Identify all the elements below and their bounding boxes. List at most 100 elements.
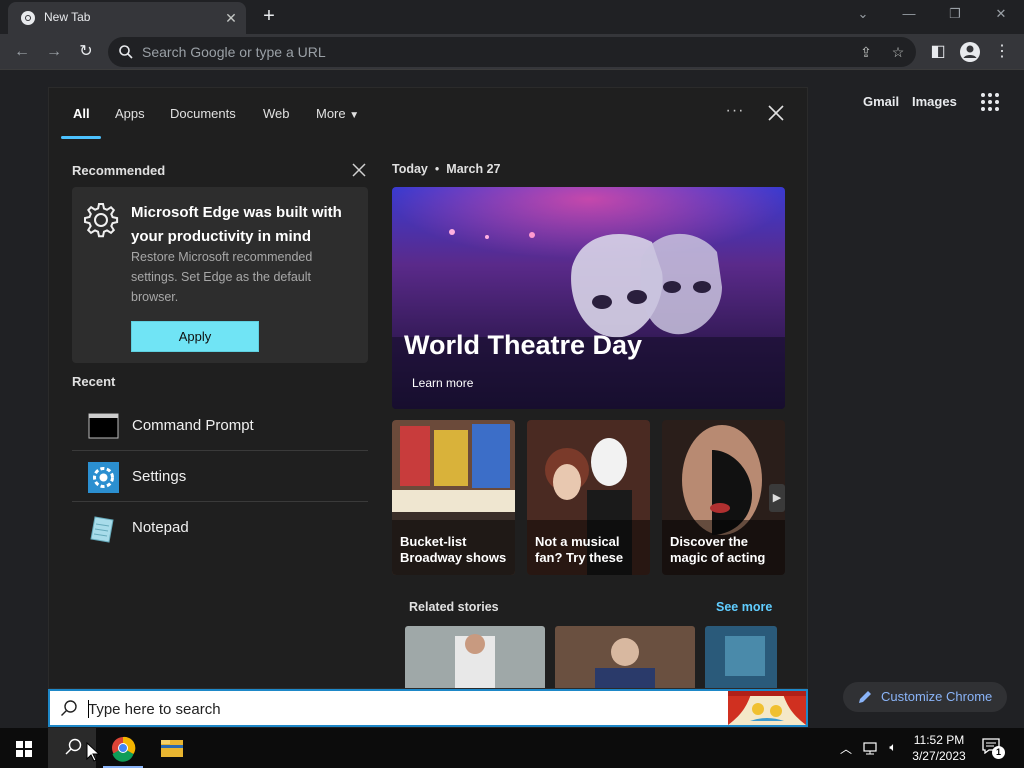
chrome-icon [112, 736, 136, 762]
chrome-taskbar-button[interactable] [99, 728, 147, 768]
images-link[interactable]: Images [912, 94, 957, 109]
recent-item-settings[interactable]: Settings [72, 452, 368, 502]
windows-search-panel: All Apps Documents Web More ▼ ··· Recomm… [48, 87, 808, 689]
recent-item-label: Command Prompt [132, 417, 254, 434]
new-tab-button[interactable]: + [258, 5, 280, 27]
start-button[interactable] [0, 728, 48, 768]
recent-item-label: Settings [132, 468, 187, 485]
folder-icon [161, 740, 183, 757]
tile-label: Discover the magic of acting [670, 534, 766, 565]
active-tab-indicator [61, 136, 101, 139]
caret-down-icon: ▼ [349, 110, 360, 121]
side-panel-icon[interactable]: ◧ [926, 40, 950, 64]
today-label: Today [392, 162, 428, 176]
bullet-icon: • [434, 162, 440, 176]
windows-taskbar: ︿ 🔈︎ 11:52 PM 3/27/2023 1 [0, 728, 1024, 768]
recommended-description: Restore Microsoft recommended settings. … [131, 250, 313, 304]
tab-close-icon[interactable]: ✕ [222, 9, 240, 27]
tile-not-a-musical-fan[interactable]: Not a musical fan? Try these [527, 420, 650, 575]
omnibox[interactable]: ⇪ ☆ [108, 37, 916, 67]
apply-button[interactable]: Apply [131, 321, 259, 352]
notification-center-button[interactable]: 1 [982, 738, 1005, 759]
recommended-card: Microsoft Edge was built with your produ… [72, 187, 368, 363]
text-cursor [88, 700, 89, 718]
reload-button[interactable]: ↻ [74, 40, 98, 64]
recent-item-label: Notepad [132, 519, 189, 536]
recommended-title: Microsoft Edge was built with your produ… [131, 204, 342, 245]
today-header: Today • March 27 [392, 162, 500, 176]
windows-logo-icon [16, 741, 32, 757]
tab-more[interactable]: More ▼ [316, 106, 359, 121]
settings-gear-icon [88, 462, 119, 493]
customize-label: Customize Chrome [881, 689, 993, 704]
hero-card[interactable]: World Theatre Day Learn more [392, 187, 785, 409]
profile-avatar-icon[interactable] [958, 40, 982, 64]
tab-web[interactable]: Web [263, 106, 290, 121]
tab-more-label: More [316, 106, 346, 121]
notepad-icon [90, 516, 114, 543]
volume-icon[interactable]: 🔈︎ [885, 740, 901, 756]
related-story-image [705, 626, 777, 688]
tab-search-icon[interactable]: ⌄ [853, 6, 873, 24]
google-apps-icon[interactable] [980, 92, 1000, 112]
hero-title: World Theatre Day [404, 330, 643, 360]
related-story-thumbnail[interactable] [405, 626, 545, 688]
back-button[interactable]: ← [10, 40, 34, 64]
dismiss-recommended-icon[interactable] [351, 162, 367, 178]
tab-new-tab[interactable]: New Tab ✕ [8, 2, 246, 34]
recommended-label: Recommended [72, 163, 166, 178]
gmail-link[interactable]: Gmail [863, 94, 899, 109]
related-story-image [405, 626, 545, 688]
tab-strip: New Tab ✕ + ⌄ — ❐ ✕ [0, 0, 1024, 34]
notification-count-badge: 1 [992, 746, 1005, 759]
command-prompt-icon [88, 413, 119, 439]
related-story-thumbnail[interactable] [555, 626, 695, 688]
minimize-button[interactable]: — [899, 6, 919, 24]
search-input[interactable] [88, 698, 688, 720]
recent-label: Recent [72, 374, 116, 389]
clock-date: 3/27/2023 [912, 749, 966, 763]
more-options-icon[interactable]: ··· [721, 102, 749, 124]
related-story-image [555, 626, 695, 688]
forward-button[interactable]: → [42, 40, 66, 64]
chrome-menu-icon[interactable]: ⋮ [990, 40, 1014, 64]
close-panel-icon[interactable] [765, 102, 787, 124]
next-tiles-chevron-icon[interactable]: ▶ [769, 484, 785, 512]
tile-discover-acting[interactable]: Discover the magic of acting [662, 420, 785, 575]
browser-toolbar: ← → ↻ ⇪ ☆ ◧ ⋮ [0, 34, 1024, 70]
recent-item-command-prompt[interactable]: Command Prompt [72, 401, 368, 451]
search-icon [119, 45, 133, 59]
tile-label: Bucket-list Broadway shows [400, 534, 507, 565]
tab-title: New Tab [44, 10, 91, 24]
system-clock[interactable]: 11:52 PM 3/27/2023 [906, 732, 972, 764]
gear-icon [84, 203, 119, 238]
tile-label: Not a musical fan? Try these [535, 534, 624, 565]
tab-all[interactable]: All [73, 106, 90, 121]
bookmark-star-icon[interactable]: ☆ [889, 43, 907, 61]
theatre-curtain-doodle-icon[interactable] [728, 691, 806, 725]
network-icon[interactable] [862, 740, 878, 756]
taskbar-search-box[interactable] [48, 689, 808, 727]
search-icon [61, 700, 77, 716]
recent-item-notepad[interactable]: Notepad [72, 503, 368, 553]
close-window-button[interactable]: ✕ [991, 6, 1011, 24]
share-icon[interactable]: ⇪ [857, 43, 875, 61]
today-date: March 27 [446, 162, 501, 176]
tile-broadway[interactable]: Bucket-list Broadway shows [392, 420, 515, 575]
search-scope-tabs: All Apps Documents Web More ▼ ··· [49, 88, 807, 140]
customize-chrome-button[interactable]: Customize Chrome [843, 682, 1007, 712]
restore-button[interactable]: ❐ [945, 6, 965, 24]
show-hidden-icons-chevron-icon[interactable]: ︿ [838, 740, 854, 756]
chrome-favicon-icon [21, 11, 35, 25]
clock-time: 11:52 PM [913, 733, 965, 747]
omnibox-input[interactable] [142, 43, 822, 61]
file-explorer-button[interactable] [148, 728, 196, 768]
related-story-thumbnail[interactable] [705, 626, 777, 688]
mouse-pointer-icon [86, 742, 100, 762]
related-stories-label: Related stories [409, 600, 499, 614]
tab-documents[interactable]: Documents [170, 106, 236, 121]
pencil-icon [859, 691, 871, 703]
see-more-link[interactable]: See more [716, 600, 772, 614]
tab-apps[interactable]: Apps [115, 106, 145, 121]
learn-more-link[interactable]: Learn more [412, 376, 473, 390]
